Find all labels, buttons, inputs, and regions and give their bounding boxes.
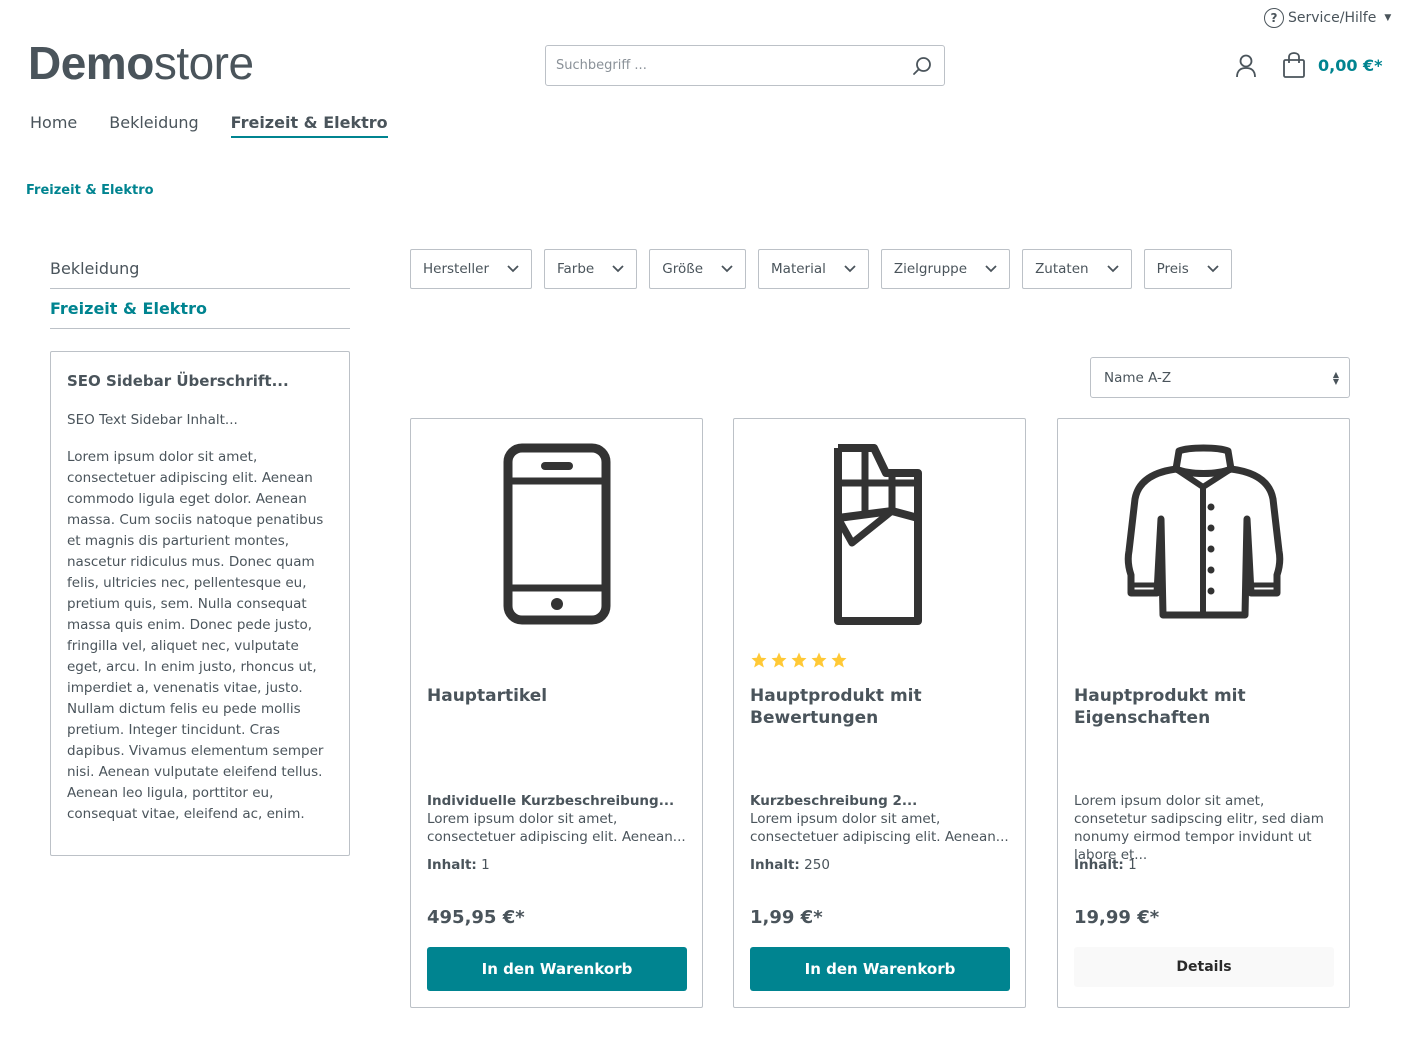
product-name[interactable]: Hauptprodukt mit Bewertungen	[750, 685, 1010, 729]
sort-arrows-icon: ▲ ▼	[1332, 369, 1339, 386]
star-icon	[751, 652, 767, 668]
content-value: 250	[804, 857, 830, 873]
user-icon	[1236, 54, 1256, 78]
sidebar-item-freizeit-elektro[interactable]: Freizeit & Elektro	[50, 289, 350, 329]
filter-label: Preis	[1156, 261, 1189, 277]
filter-bar: Hersteller Farbe Größe Material Zielgrup…	[410, 249, 1232, 289]
sort-selected-value: Name A-Z	[1104, 369, 1172, 386]
filter-label: Material	[771, 261, 826, 277]
filter-label: Zutaten	[1035, 261, 1089, 277]
sidebar-navigation: Bekleidung Freizeit & Elektro	[50, 249, 350, 329]
chevron-down-icon	[612, 265, 624, 273]
filter-material[interactable]: Material	[758, 249, 869, 289]
content-label: Inhalt:	[750, 857, 800, 873]
jacket-icon	[1124, 444, 1284, 619]
chevron-down-icon	[1106, 265, 1119, 273]
filter-zielgruppe[interactable]: Zielgruppe	[880, 249, 1011, 289]
filter-preis[interactable]: Preis	[1143, 249, 1232, 289]
product-description-text: Lorem ipsum dolor sit amet, consectetuer…	[427, 811, 686, 845]
search-icon	[913, 56, 931, 75]
star-icon	[831, 652, 847, 668]
product-description-text: Lorem ipsum dolor sit amet, consectetuer…	[750, 811, 1009, 845]
service-help-label: Service/Hilfe	[1288, 10, 1377, 26]
content-label: Inhalt:	[427, 857, 477, 873]
star-icon	[791, 652, 807, 668]
seo-sidebar-box: SEO Sidebar Überschrift... SEO Text Side…	[50, 351, 350, 856]
logo-bold: Demo	[28, 37, 154, 89]
content-value: 1	[1128, 857, 1137, 873]
product-content: Inhalt: 1	[427, 857, 490, 873]
nav-item-freizeit-elektro[interactable]: Freizeit & Elektro	[230, 113, 388, 138]
product-price: 495,95 €*	[427, 907, 525, 928]
product-image[interactable]	[734, 443, 1025, 653]
seo-intro: SEO Text Sidebar Inhalt...	[67, 412, 238, 428]
filter-label: Größe	[662, 261, 704, 277]
product-image[interactable]	[1058, 443, 1349, 653]
chevron-down-icon	[1207, 265, 1219, 273]
filter-label: Zielgruppe	[893, 261, 968, 277]
details-button[interactable]: Details	[1074, 947, 1334, 987]
product-description: Kurzbeschreibung 2... Lorem ipsum dolor …	[750, 792, 1012, 846]
product-price: 19,99 €*	[1074, 907, 1160, 928]
account-button[interactable]	[1235, 54, 1257, 82]
service-help-menu[interactable]: ? Service/Hilfe ▼	[1264, 8, 1391, 28]
cart-total: 0,00 €*	[1318, 55, 1383, 75]
breadcrumb[interactable]: Freizeit & Elektro	[26, 183, 154, 198]
caret-down-icon: ▼	[1384, 13, 1392, 23]
logo-light: store	[153, 37, 254, 89]
chevron-down-icon	[507, 265, 519, 273]
product-description: Lorem ipsum dolor sit amet, consetetur s…	[1074, 792, 1336, 864]
main-navigation: Home Bekleidung Freizeit & Elektro	[30, 113, 420, 138]
seo-text: Lorem ipsum dolor sit amet, consectetuer…	[67, 449, 324, 822]
product-description-title: Kurzbeschreibung 2...	[750, 793, 918, 809]
search-box	[545, 45, 945, 86]
seo-title: SEO Sidebar Überschrift...	[67, 372, 289, 390]
content-label: Inhalt:	[1074, 857, 1124, 873]
content-value: 1	[481, 857, 490, 873]
shopping-bag-icon	[1283, 52, 1305, 78]
filter-zutaten[interactable]: Zutaten	[1022, 249, 1132, 289]
product-description-text: Lorem ipsum dolor sit amet, consetetur s…	[1074, 793, 1324, 863]
nav-item-bekleidung[interactable]: Bekleidung	[109, 113, 198, 138]
filter-label: Farbe	[557, 261, 595, 277]
star-icon	[771, 652, 787, 668]
product-card: Hauptartikel Individuelle Kurzbeschreibu…	[410, 418, 703, 1008]
filter-farbe[interactable]: Farbe	[544, 249, 638, 289]
product-card: Hauptprodukt mit Eigenschaften Lorem ips…	[1057, 418, 1350, 1008]
chevron-down-icon	[844, 265, 856, 273]
product-content: Inhalt: 1	[1074, 857, 1137, 873]
chevron-down-icon	[985, 265, 997, 273]
nav-item-home[interactable]: Home	[30, 113, 77, 138]
sidebar-item-bekleidung[interactable]: Bekleidung	[50, 249, 350, 289]
chevron-down-icon	[721, 265, 733, 273]
product-name[interactable]: Hauptartikel	[427, 685, 687, 707]
product-name[interactable]: Hauptprodukt mit Eigenschaften	[1074, 685, 1334, 729]
filter-hersteller[interactable]: Hersteller	[410, 249, 532, 289]
filter-groesse[interactable]: Größe	[649, 249, 747, 289]
product-image[interactable]	[411, 443, 702, 653]
add-to-cart-button[interactable]: In den Warenkorb	[427, 947, 687, 991]
question-icon: ?	[1264, 8, 1284, 28]
product-description: Individuelle Kurzbeschreibung... Lorem i…	[427, 792, 689, 846]
chocolate-bar-icon	[833, 444, 922, 625]
add-to-cart-button[interactable]: In den Warenkorb	[750, 947, 1010, 991]
search-button[interactable]	[900, 46, 944, 85]
cart-button[interactable]: 0,00 €*	[1282, 52, 1383, 78]
product-description-title: Individuelle Kurzbeschreibung...	[427, 793, 675, 809]
product-content: Inhalt: 250	[750, 857, 830, 873]
star-icon	[811, 652, 827, 668]
smartphone-icon	[503, 443, 610, 625]
filter-label: Hersteller	[423, 261, 489, 277]
search-input[interactable]	[546, 46, 900, 85]
logo[interactable]: Demostore	[28, 38, 254, 88]
product-price: 1,99 €*	[750, 907, 823, 928]
rating-stars	[750, 651, 848, 669]
product-card: Hauptprodukt mit Bewertungen Kurzbeschre…	[733, 418, 1026, 1008]
sort-select[interactable]: Name A-Z ▲ ▼	[1090, 357, 1350, 398]
